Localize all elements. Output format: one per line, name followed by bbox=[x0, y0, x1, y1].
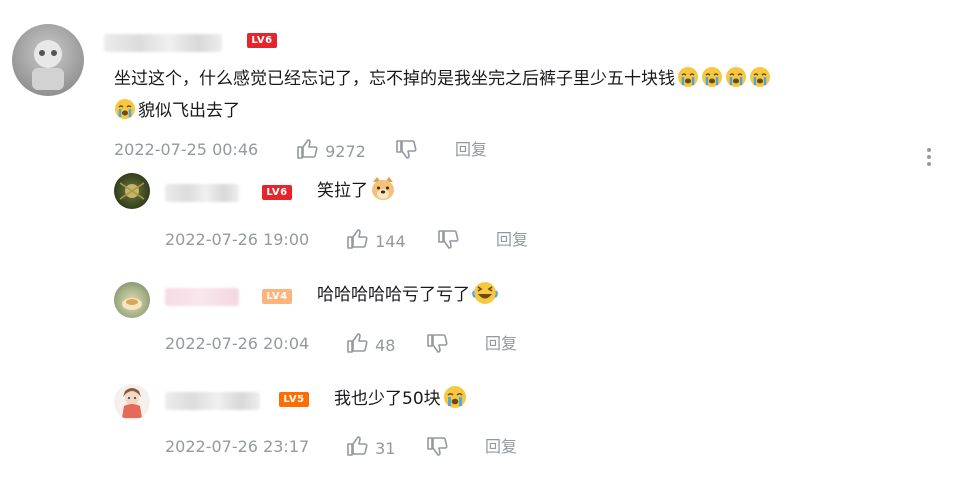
like-count: 144 bbox=[375, 232, 406, 251]
reply-text: 笑拉了 bbox=[317, 176, 396, 206]
thumbs-down-icon bbox=[426, 435, 448, 461]
reply-button[interactable]: 回复 bbox=[455, 138, 487, 162]
crying-emoji-icon bbox=[725, 66, 747, 88]
dislike-button[interactable] bbox=[426, 332, 448, 358]
thumbs-down-icon bbox=[395, 138, 417, 164]
thumbs-up-icon bbox=[346, 435, 368, 461]
like-button[interactable]: 48 bbox=[346, 332, 395, 356]
avatar[interactable] bbox=[114, 384, 150, 420]
reply-button[interactable]: 回复 bbox=[485, 332, 517, 356]
avatar[interactable] bbox=[12, 24, 84, 96]
crying-emoji-icon bbox=[443, 385, 467, 409]
dislike-button[interactable] bbox=[426, 435, 448, 461]
comment-text: 坐过这个，什么感觉已经忘记了，忘不掉的是我坐完之后裤子里少五十块钱 bbox=[114, 64, 771, 94]
reply-text-content: 笑拉了 bbox=[317, 181, 368, 201]
reply-text: 哈哈哈哈哈亏了亏了 bbox=[317, 280, 498, 310]
comment-text-line1: 坐过这个，什么感觉已经忘记了，忘不掉的是我坐完之后裤子里少五十块钱 bbox=[114, 69, 675, 89]
crying-emoji-icon bbox=[701, 66, 723, 88]
dislike-button[interactable] bbox=[395, 138, 417, 164]
avatar-image bbox=[122, 298, 142, 310]
username[interactable] bbox=[104, 34, 222, 52]
thumbs-up-icon bbox=[346, 228, 368, 254]
comment-text: 貌似飞出去了 bbox=[114, 96, 240, 126]
comment-text-line2: 貌似飞出去了 bbox=[138, 101, 240, 121]
reply-time: 2022-07-26 23:17 bbox=[165, 437, 310, 456]
thumbs-down-icon bbox=[426, 332, 448, 358]
like-count: 9272 bbox=[325, 142, 366, 161]
username[interactable] bbox=[165, 288, 239, 306]
crying-emoji-icon bbox=[677, 66, 699, 88]
more-vertical-icon bbox=[921, 146, 937, 172]
reply-time: 2022-07-26 19:00 bbox=[165, 230, 310, 249]
like-button[interactable]: 9272 bbox=[296, 138, 366, 162]
like-count: 31 bbox=[375, 439, 396, 458]
dislike-button[interactable] bbox=[437, 228, 459, 254]
thumbs-up-icon bbox=[296, 138, 318, 164]
avatar[interactable] bbox=[114, 173, 150, 209]
like-button[interactable]: 31 bbox=[346, 435, 395, 459]
avatar-image bbox=[32, 40, 64, 90]
more-options-button[interactable] bbox=[921, 146, 937, 172]
avatar-image bbox=[122, 388, 142, 418]
reply-text-content: 我也少了50块 bbox=[334, 389, 441, 409]
reply-time: 2022-07-26 20:04 bbox=[165, 334, 310, 353]
username[interactable] bbox=[165, 392, 260, 410]
reply-button[interactable]: 回复 bbox=[485, 435, 517, 459]
reply-text: 我也少了50块 bbox=[334, 384, 467, 414]
doge-emoji-icon bbox=[370, 176, 396, 202]
level-badge: LV6 bbox=[262, 185, 292, 200]
avatar-image bbox=[119, 182, 145, 200]
like-count: 48 bbox=[375, 336, 396, 355]
reply-button[interactable]: 回复 bbox=[496, 228, 528, 252]
comment-time: 2022-07-25 00:46 bbox=[114, 140, 259, 159]
level-badge: LV4 bbox=[262, 289, 292, 304]
thumbs-down-icon bbox=[437, 228, 459, 254]
reply-text-content: 哈哈哈哈哈亏了亏了 bbox=[317, 285, 470, 305]
avatar[interactable] bbox=[114, 282, 150, 318]
thumbs-up-icon bbox=[346, 332, 368, 358]
crying-emoji-icon bbox=[114, 98, 136, 120]
level-badge: LV5 bbox=[279, 392, 309, 407]
laughing-emoji-icon bbox=[472, 281, 498, 305]
level-badge: LV6 bbox=[247, 33, 277, 48]
username[interactable] bbox=[165, 184, 239, 202]
like-button[interactable]: 144 bbox=[346, 228, 406, 252]
crying-emoji-icon bbox=[749, 66, 771, 88]
